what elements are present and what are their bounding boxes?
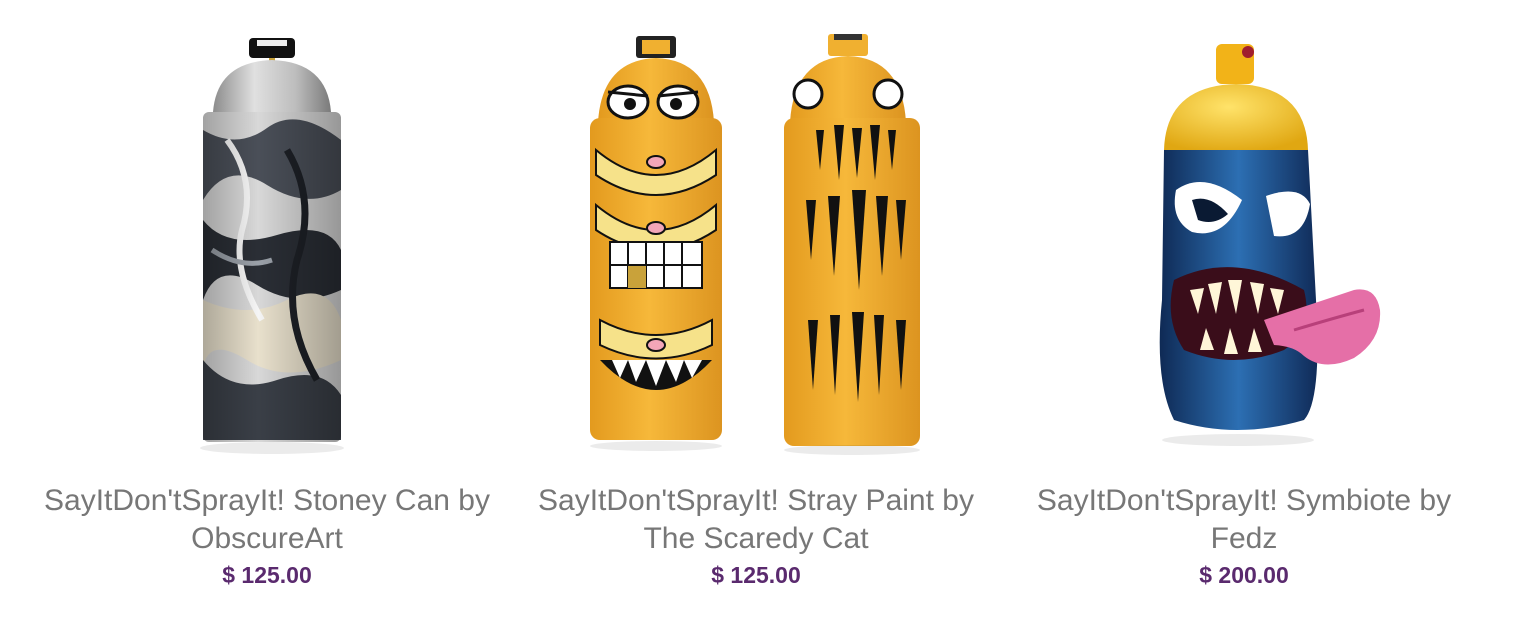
product-card[interactable]: SayItDon'tSprayIt! Stray Paint by The Sc… — [516, 0, 996, 642]
product-title[interactable]: SayItDon'tSprayIt! Stray Paint by The Sc… — [516, 482, 996, 558]
product-image[interactable] — [27, 0, 507, 470]
marbled-spray-can-photo — [200, 38, 344, 454]
product-price: $ 125.00 — [711, 562, 801, 588]
product-title[interactable]: SayItDon'tSprayIt! Symbiote by Fedz — [1004, 482, 1484, 558]
product-card[interactable]: SayItDon'tSprayIt! Symbiote by Fedz $ 20… — [1004, 0, 1484, 642]
product-title[interactable]: SayItDon'tSprayIt! Stoney Can by Obscure… — [27, 482, 507, 558]
product-image[interactable] — [516, 0, 996, 470]
product-price: $ 200.00 — [1199, 562, 1289, 588]
blue-monster-spray-can-photo — [1159, 44, 1381, 446]
product-grid: SayItDon'tSprayIt! Stoney Can by Obscure… — [0, 0, 1524, 642]
product-image[interactable] — [1004, 0, 1484, 470]
product-price: $ 125.00 — [222, 562, 312, 588]
yellow-cat-spray-cans-photo — [590, 34, 920, 455]
product-card[interactable]: SayItDon'tSprayIt! Stoney Can by Obscure… — [27, 0, 507, 642]
